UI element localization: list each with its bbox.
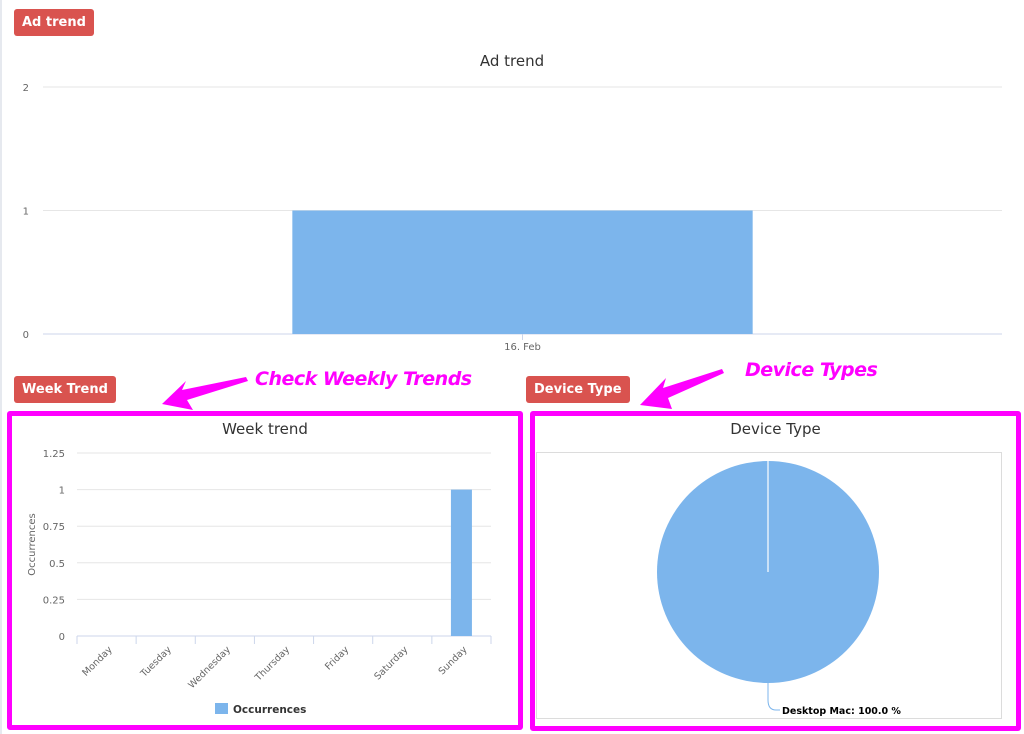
data-label-connector	[767, 683, 780, 711]
device-type-chart: Desktop Mac: 100.0 %	[536, 452, 1002, 719]
pie-data-label: Desktop Mac: 100.0 %	[782, 706, 901, 717]
